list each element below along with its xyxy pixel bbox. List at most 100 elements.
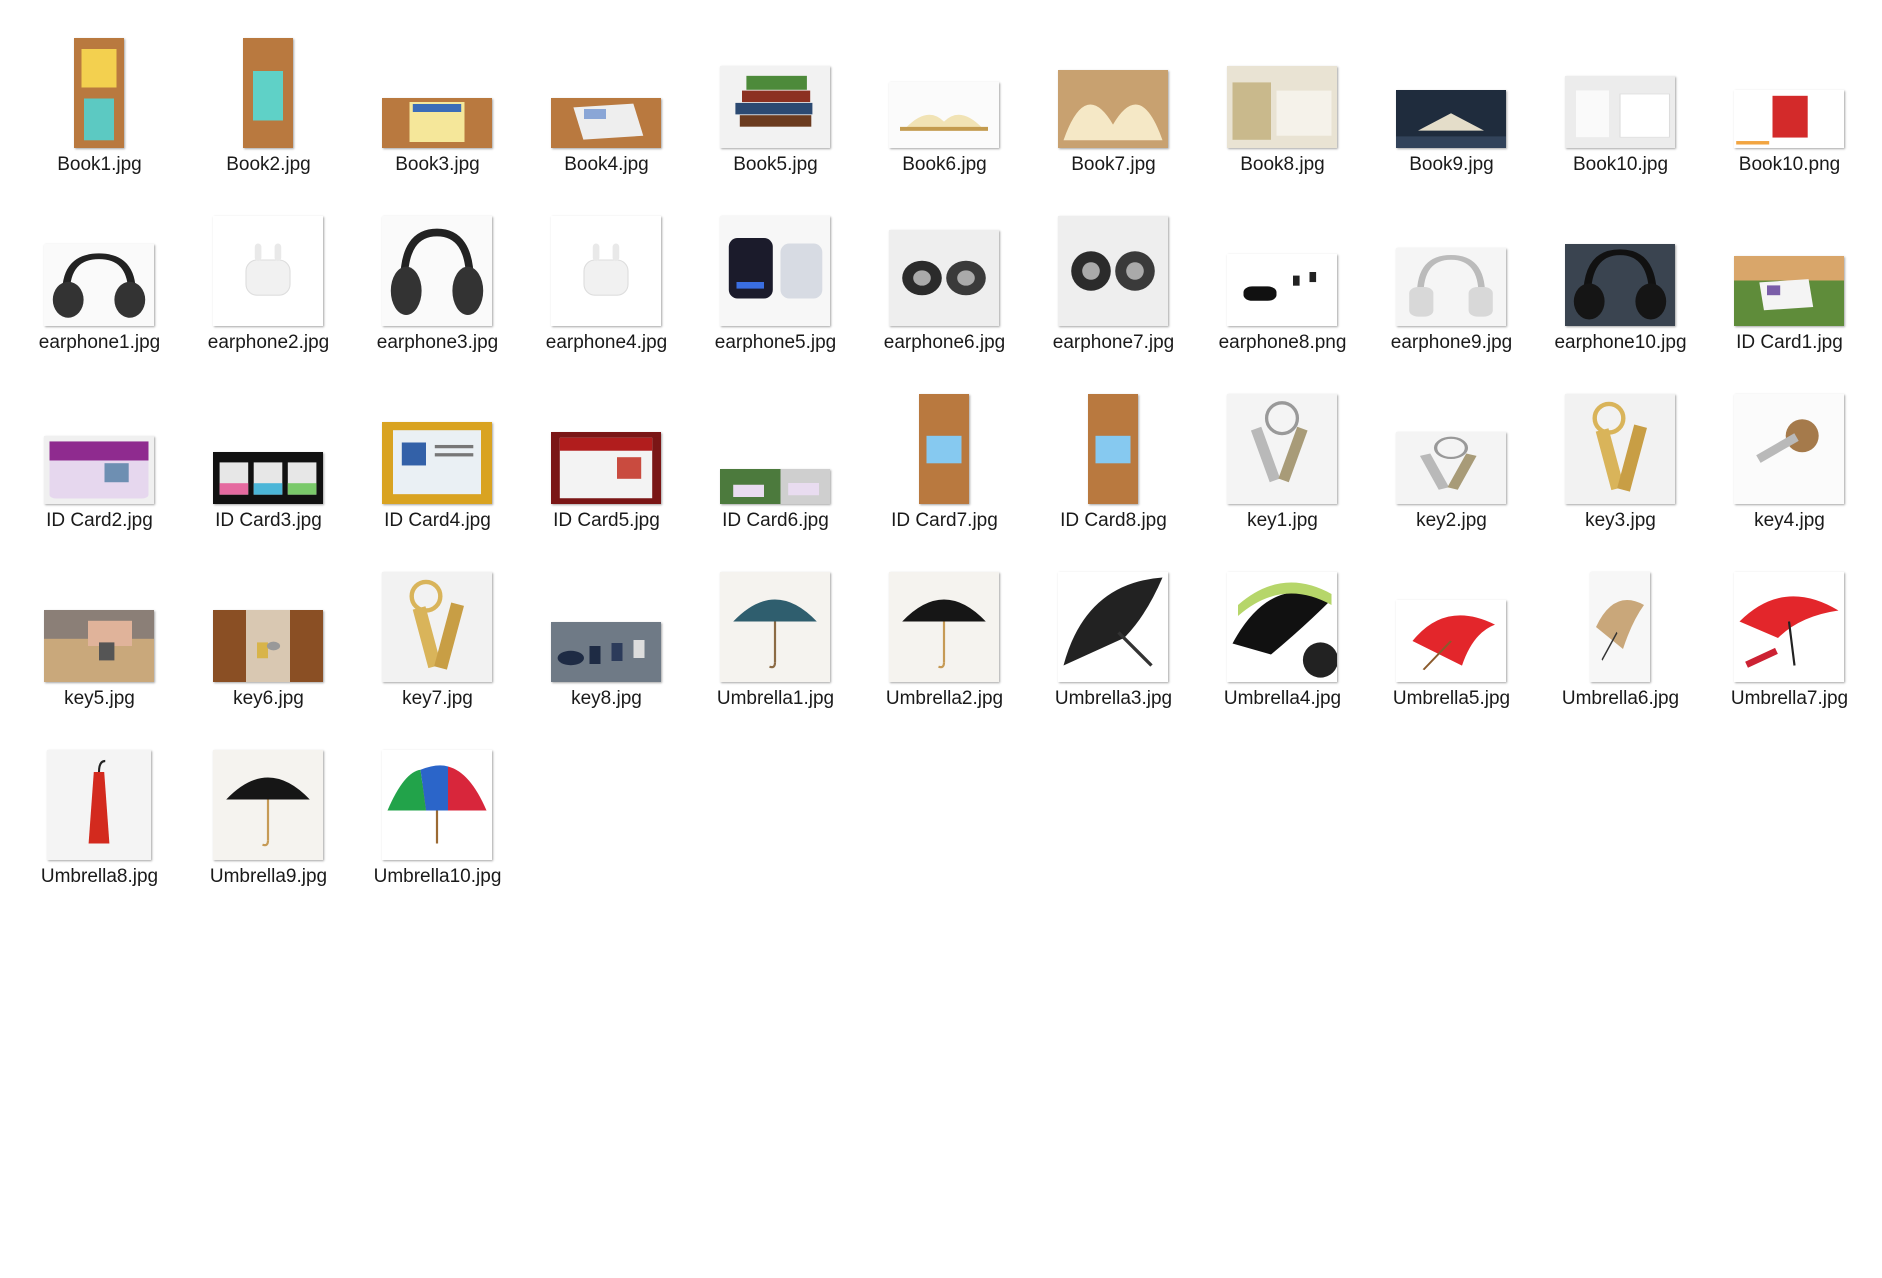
umbrella-photo-icon[interactable] xyxy=(1734,572,1844,682)
file-item[interactable]: earphone6.jpg xyxy=(877,192,1046,370)
file-item[interactable]: Book7.jpg xyxy=(1046,14,1215,192)
file-name-label[interactable]: ID Card3.jpg xyxy=(184,510,353,532)
file-name-label[interactable]: key8.jpg xyxy=(522,688,691,710)
file-item[interactable]: key6.jpg xyxy=(201,548,370,726)
umbrella-photo-icon[interactable] xyxy=(889,572,999,682)
file-thumbnail-area[interactable] xyxy=(1215,548,1349,682)
id-card-photo-icon[interactable] xyxy=(720,469,830,504)
file-name-label[interactable]: ID Card4.jpg xyxy=(353,510,522,532)
file-thumbnail-area[interactable] xyxy=(1384,548,1518,682)
file-name-label[interactable]: Umbrella7.jpg xyxy=(1705,688,1874,710)
file-item[interactable]: Umbrella10.jpg xyxy=(370,726,539,904)
file-name-label[interactable]: earphone3.jpg xyxy=(353,332,522,354)
file-name-label[interactable]: Umbrella5.jpg xyxy=(1367,688,1536,710)
file-item[interactable]: earphone10.jpg xyxy=(1553,192,1722,370)
file-thumbnail-area[interactable] xyxy=(1046,192,1180,326)
key-photo-icon[interactable] xyxy=(551,622,661,682)
key-photo-icon[interactable] xyxy=(382,572,492,682)
file-thumbnail-area[interactable] xyxy=(1046,548,1180,682)
file-item[interactable]: key7.jpg xyxy=(370,548,539,726)
earbuds-photo-icon[interactable] xyxy=(720,216,830,326)
book-photo-icon[interactable] xyxy=(889,82,999,148)
file-thumbnail-area[interactable] xyxy=(201,548,335,682)
file-name-label[interactable]: ID Card1.jpg xyxy=(1705,332,1874,354)
file-item[interactable]: ID Card1.jpg xyxy=(1722,192,1882,370)
file-item[interactable]: Book5.jpg xyxy=(708,14,877,192)
file-name-label[interactable]: earphone1.jpg xyxy=(15,332,184,354)
file-item[interactable]: key1.jpg xyxy=(1215,370,1384,548)
key-photo-icon[interactable] xyxy=(1396,432,1506,504)
file-thumbnail-area[interactable] xyxy=(1722,14,1856,148)
umbrella-photo-icon[interactable] xyxy=(1227,572,1337,682)
file-name-label[interactable]: Book10.png xyxy=(1705,154,1874,176)
file-item[interactable]: Umbrella5.jpg xyxy=(1384,548,1553,726)
book-photo-icon[interactable] xyxy=(382,98,492,148)
file-name-label[interactable]: Book10.jpg xyxy=(1536,154,1705,176)
id-card-photo-icon[interactable] xyxy=(382,422,492,504)
file-name-label[interactable]: earphone9.jpg xyxy=(1367,332,1536,354)
file-item[interactable]: earphone7.jpg xyxy=(1046,192,1215,370)
file-item[interactable]: Umbrella8.jpg xyxy=(32,726,201,904)
file-thumbnail-area[interactable] xyxy=(1215,370,1349,504)
id-card-photo-icon[interactable] xyxy=(919,394,969,504)
file-item[interactable]: Umbrella2.jpg xyxy=(877,548,1046,726)
file-thumbnail-area[interactable] xyxy=(539,370,673,504)
file-thumbnail-area[interactable] xyxy=(877,14,1011,148)
file-thumbnail-area[interactable] xyxy=(877,370,1011,504)
file-name-label[interactable]: Umbrella9.jpg xyxy=(184,866,353,888)
file-thumbnail-area[interactable] xyxy=(370,726,504,860)
file-item[interactable]: ID Card4.jpg xyxy=(370,370,539,548)
book-photo-icon[interactable] xyxy=(243,38,293,148)
file-name-label[interactable]: Book4.jpg xyxy=(522,154,691,176)
file-item[interactable]: Book6.jpg xyxy=(877,14,1046,192)
file-name-label[interactable]: earphone4.jpg xyxy=(522,332,691,354)
file-name-label[interactable]: Book8.jpg xyxy=(1198,154,1367,176)
book-photo-icon[interactable] xyxy=(74,38,124,148)
file-item[interactable]: earphone2.jpg xyxy=(201,192,370,370)
file-item[interactable]: ID Card8.jpg xyxy=(1046,370,1215,548)
book-photo-icon[interactable] xyxy=(720,66,830,148)
file-thumbnail-area[interactable] xyxy=(201,370,335,504)
book-photo-icon[interactable] xyxy=(1058,70,1168,148)
file-item[interactable]: earphone4.jpg xyxy=(539,192,708,370)
file-name-label[interactable]: key3.jpg xyxy=(1536,510,1705,532)
umbrella-photo-icon[interactable] xyxy=(1590,572,1650,682)
file-item[interactable]: Umbrella9.jpg xyxy=(201,726,370,904)
file-item[interactable]: Umbrella1.jpg xyxy=(708,548,877,726)
headphones-photo-icon[interactable] xyxy=(1565,244,1675,326)
file-thumbnail-area[interactable] xyxy=(370,14,504,148)
file-thumbnail-area[interactable] xyxy=(32,726,166,860)
file-thumbnail-area[interactable] xyxy=(539,14,673,148)
file-item[interactable]: Umbrella4.jpg xyxy=(1215,548,1384,726)
file-item[interactable]: Umbrella6.jpg xyxy=(1553,548,1722,726)
file-item[interactable]: Book1.jpg xyxy=(32,14,201,192)
file-item[interactable]: ID Card5.jpg xyxy=(539,370,708,548)
id-card-photo-icon[interactable] xyxy=(44,436,154,504)
file-thumbnail-area[interactable] xyxy=(1553,192,1687,326)
file-item[interactable]: Book9.jpg xyxy=(1384,14,1553,192)
earbuds-photo-icon[interactable] xyxy=(551,216,661,326)
umbrella-photo-icon[interactable] xyxy=(1396,600,1506,682)
id-card-photo-icon[interactable] xyxy=(1734,256,1844,326)
file-name-label[interactable]: Book2.jpg xyxy=(184,154,353,176)
earbuds-photo-icon[interactable] xyxy=(889,230,999,326)
file-name-label[interactable]: key1.jpg xyxy=(1198,510,1367,532)
key-photo-icon[interactable] xyxy=(1734,394,1844,504)
file-thumbnail-area[interactable] xyxy=(1384,192,1518,326)
earbuds-photo-icon[interactable] xyxy=(1058,216,1168,326)
file-item[interactable]: ID Card7.jpg xyxy=(877,370,1046,548)
file-name-label[interactable]: Book7.jpg xyxy=(1029,154,1198,176)
umbrella-photo-icon[interactable] xyxy=(47,750,151,860)
file-name-label[interactable]: Umbrella10.jpg xyxy=(353,866,522,888)
file-thumbnail-area[interactable] xyxy=(708,14,842,148)
file-item[interactable]: Book3.jpg xyxy=(370,14,539,192)
file-item[interactable]: Book8.jpg xyxy=(1215,14,1384,192)
file-item[interactable]: Book10.jpg xyxy=(1553,14,1722,192)
book-photo-icon[interactable] xyxy=(551,98,661,148)
file-name-label[interactable]: key2.jpg xyxy=(1367,510,1536,532)
file-item[interactable]: key3.jpg xyxy=(1553,370,1722,548)
headphones-photo-icon[interactable] xyxy=(1396,248,1506,326)
file-name-label[interactable]: Book5.jpg xyxy=(691,154,860,176)
file-item[interactable]: key5.jpg xyxy=(32,548,201,726)
file-name-label[interactable]: key6.jpg xyxy=(184,688,353,710)
